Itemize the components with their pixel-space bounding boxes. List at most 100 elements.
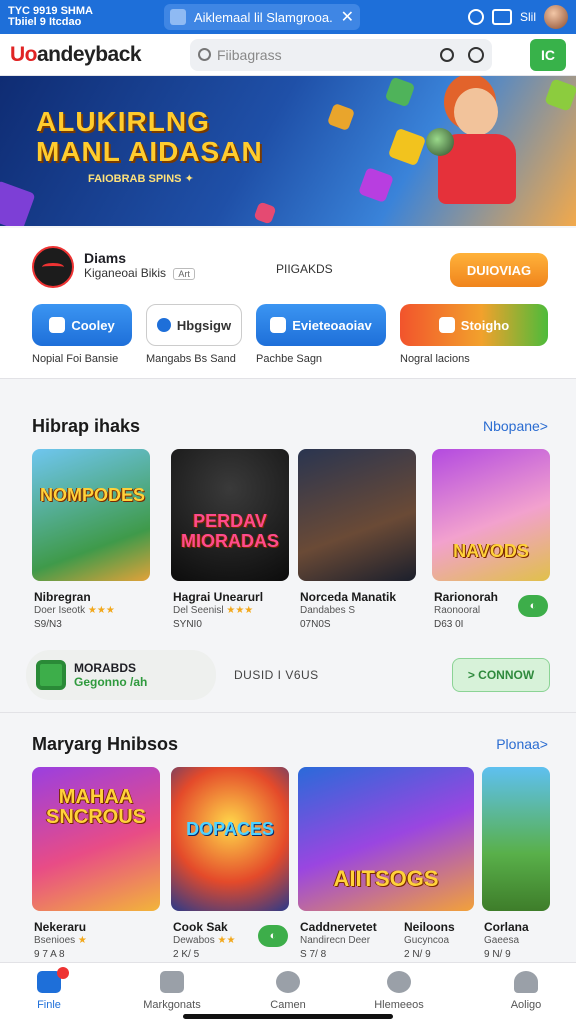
game-developer: Bsenioes: [34, 935, 76, 946]
game-tile[interactable]: MAHAA SNCROUS: [32, 767, 160, 911]
quick-action-caption: Pachbe Sagn: [256, 353, 323, 365]
battery-icon: [491, 9, 512, 25]
nav-markets[interactable]: Markgonats: [127, 971, 217, 1011]
quick-action-4[interactable]: Stoigho: [400, 304, 548, 346]
quick-action-label: Stoigho: [460, 317, 510, 333]
game-developer: Dewabos: [173, 935, 215, 946]
divider: [0, 378, 576, 379]
game-tile[interactable]: PERDAV MIORADAS: [171, 449, 289, 581]
game-name[interactable]: Hagrai Unearurl: [173, 590, 263, 604]
voice-search-icon[interactable]: [440, 47, 454, 62]
connect-button[interactable]: > CONNOW: [452, 658, 550, 692]
game-price: SYNI0: [173, 619, 202, 630]
nav-camera[interactable]: Camen: [243, 971, 333, 1011]
profile-button[interactable]: IC: [530, 38, 566, 71]
status-line-2: Tbiiel 9 Itcdao: [8, 16, 82, 28]
star-icon: ★★★: [226, 605, 254, 616]
decorative-dice: [326, 102, 356, 132]
game-name[interactable]: Nibregran: [34, 590, 91, 604]
status-icons: Slil: [467, 5, 568, 29]
game-tile[interactable]: DOPACES: [171, 767, 289, 911]
game-name[interactable]: Nekeraru: [34, 920, 86, 934]
notification-text: Aiklemaal lil Slamgrooa.: [194, 9, 333, 25]
divider: [0, 712, 576, 713]
close-icon[interactable]: ✕: [341, 7, 354, 27]
account-avatar[interactable]: [32, 246, 74, 288]
promo-chip[interactable]: MORABDS Gegonno /ah: [26, 650, 216, 700]
nav-messages[interactable]: Hlemeeos: [354, 971, 444, 1011]
banner-tagline: FAIOBRAB SPINS ✦: [88, 173, 194, 185]
settings-icon[interactable]: [468, 46, 484, 63]
account-subtitle-text: Kiganeoai Bikis: [84, 266, 167, 280]
game-developer: Dandabes S: [300, 605, 356, 616]
game-tile[interactable]: NOMPODES: [32, 449, 150, 581]
home-icon: [37, 967, 69, 993]
people-icon: [387, 971, 411, 993]
banner-title-1: ALUKIRLNG: [36, 106, 210, 137]
connect-label: CONNOW: [478, 668, 535, 682]
account-card: Diams Kiganeoai Bikis Art PIIGAKDS DUIOV…: [0, 228, 576, 378]
quick-action-caption: Nogral lacions: [400, 353, 470, 365]
game-name[interactable]: Norceda Manatik: [300, 590, 396, 604]
search-icon: [198, 48, 211, 61]
banner-tagline-text: FAIOBRAB SPINS: [88, 173, 182, 185]
decorative-dice: [358, 167, 394, 203]
shield-icon: [49, 317, 66, 333]
star-icon: ★★: [217, 935, 236, 946]
star-icon: ★: [77, 935, 87, 946]
install-button[interactable]: ◐: [518, 595, 548, 617]
tile-title: AIITSOGS: [333, 866, 439, 891]
game-tile[interactable]: [298, 449, 416, 581]
section-title: Maryarg Hnibsos: [32, 734, 179, 754]
search-input[interactable]: Fiibagrass: [190, 38, 492, 71]
see-more-link[interactable]: Nbopane>: [483, 418, 548, 434]
game-name[interactable]: Caddnervetet: [300, 920, 377, 934]
install-button[interactable]: ◐: [258, 925, 288, 947]
app-icon: [170, 9, 186, 25]
avatar[interactable]: [544, 5, 568, 29]
game-price: 2 N/ 9: [404, 949, 431, 960]
game-developer: Raonooral: [434, 605, 481, 616]
decorative-dice: [384, 76, 416, 108]
quick-action-label: Hbgsigw: [176, 317, 232, 333]
game-rating: Del Seenisl ★★★: [173, 605, 253, 616]
home-indicator[interactable]: [183, 1014, 393, 1019]
promo-icon: [36, 660, 66, 690]
game-rating: Dewabos ★★: [173, 935, 235, 946]
account-name: Diams: [84, 250, 127, 266]
promo-text: MORABDS Gegonno /ah: [74, 661, 147, 689]
game-price: 2 K/ 5: [173, 949, 200, 960]
account-status: PIIGAKDS: [276, 262, 333, 276]
chevron-right-icon: >: [467, 668, 479, 682]
app-logo[interactable]: Uoandeyback: [10, 43, 190, 67]
play-icon: [270, 317, 287, 333]
game-name[interactable]: Cook Sak: [173, 920, 228, 934]
game-developer: Gucyncoa: [404, 935, 450, 946]
quick-action-1[interactable]: Cooley: [32, 304, 132, 346]
quick-action-3[interactable]: Evieteoaoiav: [256, 304, 386, 346]
game-name[interactable]: Rarionorah: [434, 590, 498, 604]
hero-banner[interactable]: ALUKIRLNG MANL AIDASAN FAIOBRAB SPINS ✦: [0, 76, 576, 226]
tile-title: DOPACES: [186, 819, 274, 839]
game-rating: Doer Iseotk ★★★: [34, 605, 115, 616]
quick-action-label: Evieteoaoiav: [292, 317, 372, 333]
nav-profile[interactable]: Aoligo: [481, 971, 571, 1011]
see-more-link[interactable]: Plonaa>: [496, 736, 548, 752]
game-name[interactable]: Neiloons: [404, 920, 455, 934]
account-tag: Art: [173, 268, 195, 280]
quick-action-caption: Mangabs Bs Sand: [146, 353, 236, 365]
nav-home[interactable]: Finle: [4, 967, 94, 1011]
game-tile[interactable]: NAVODS: [432, 449, 550, 581]
game-name[interactable]: Corlana: [484, 920, 529, 934]
notification-pill[interactable]: Aiklemaal lil Slamgrooa. ✕: [164, 4, 360, 30]
account-subtitle: Kiganeoai Bikis Art: [84, 266, 195, 280]
download-button[interactable]: DUIOVIAG: [450, 253, 548, 287]
decorative-dice: [387, 127, 427, 167]
star-icon: ★★★: [87, 605, 115, 616]
game-tile[interactable]: [482, 767, 550, 911]
game-tile[interactable]: AIITSOGS: [298, 767, 474, 911]
quick-action-label: Cooley: [71, 317, 115, 333]
decorative-dice: [544, 78, 576, 112]
nav-label: Camen: [270, 999, 306, 1011]
quick-action-2[interactable]: Hbgsigw: [146, 304, 242, 346]
